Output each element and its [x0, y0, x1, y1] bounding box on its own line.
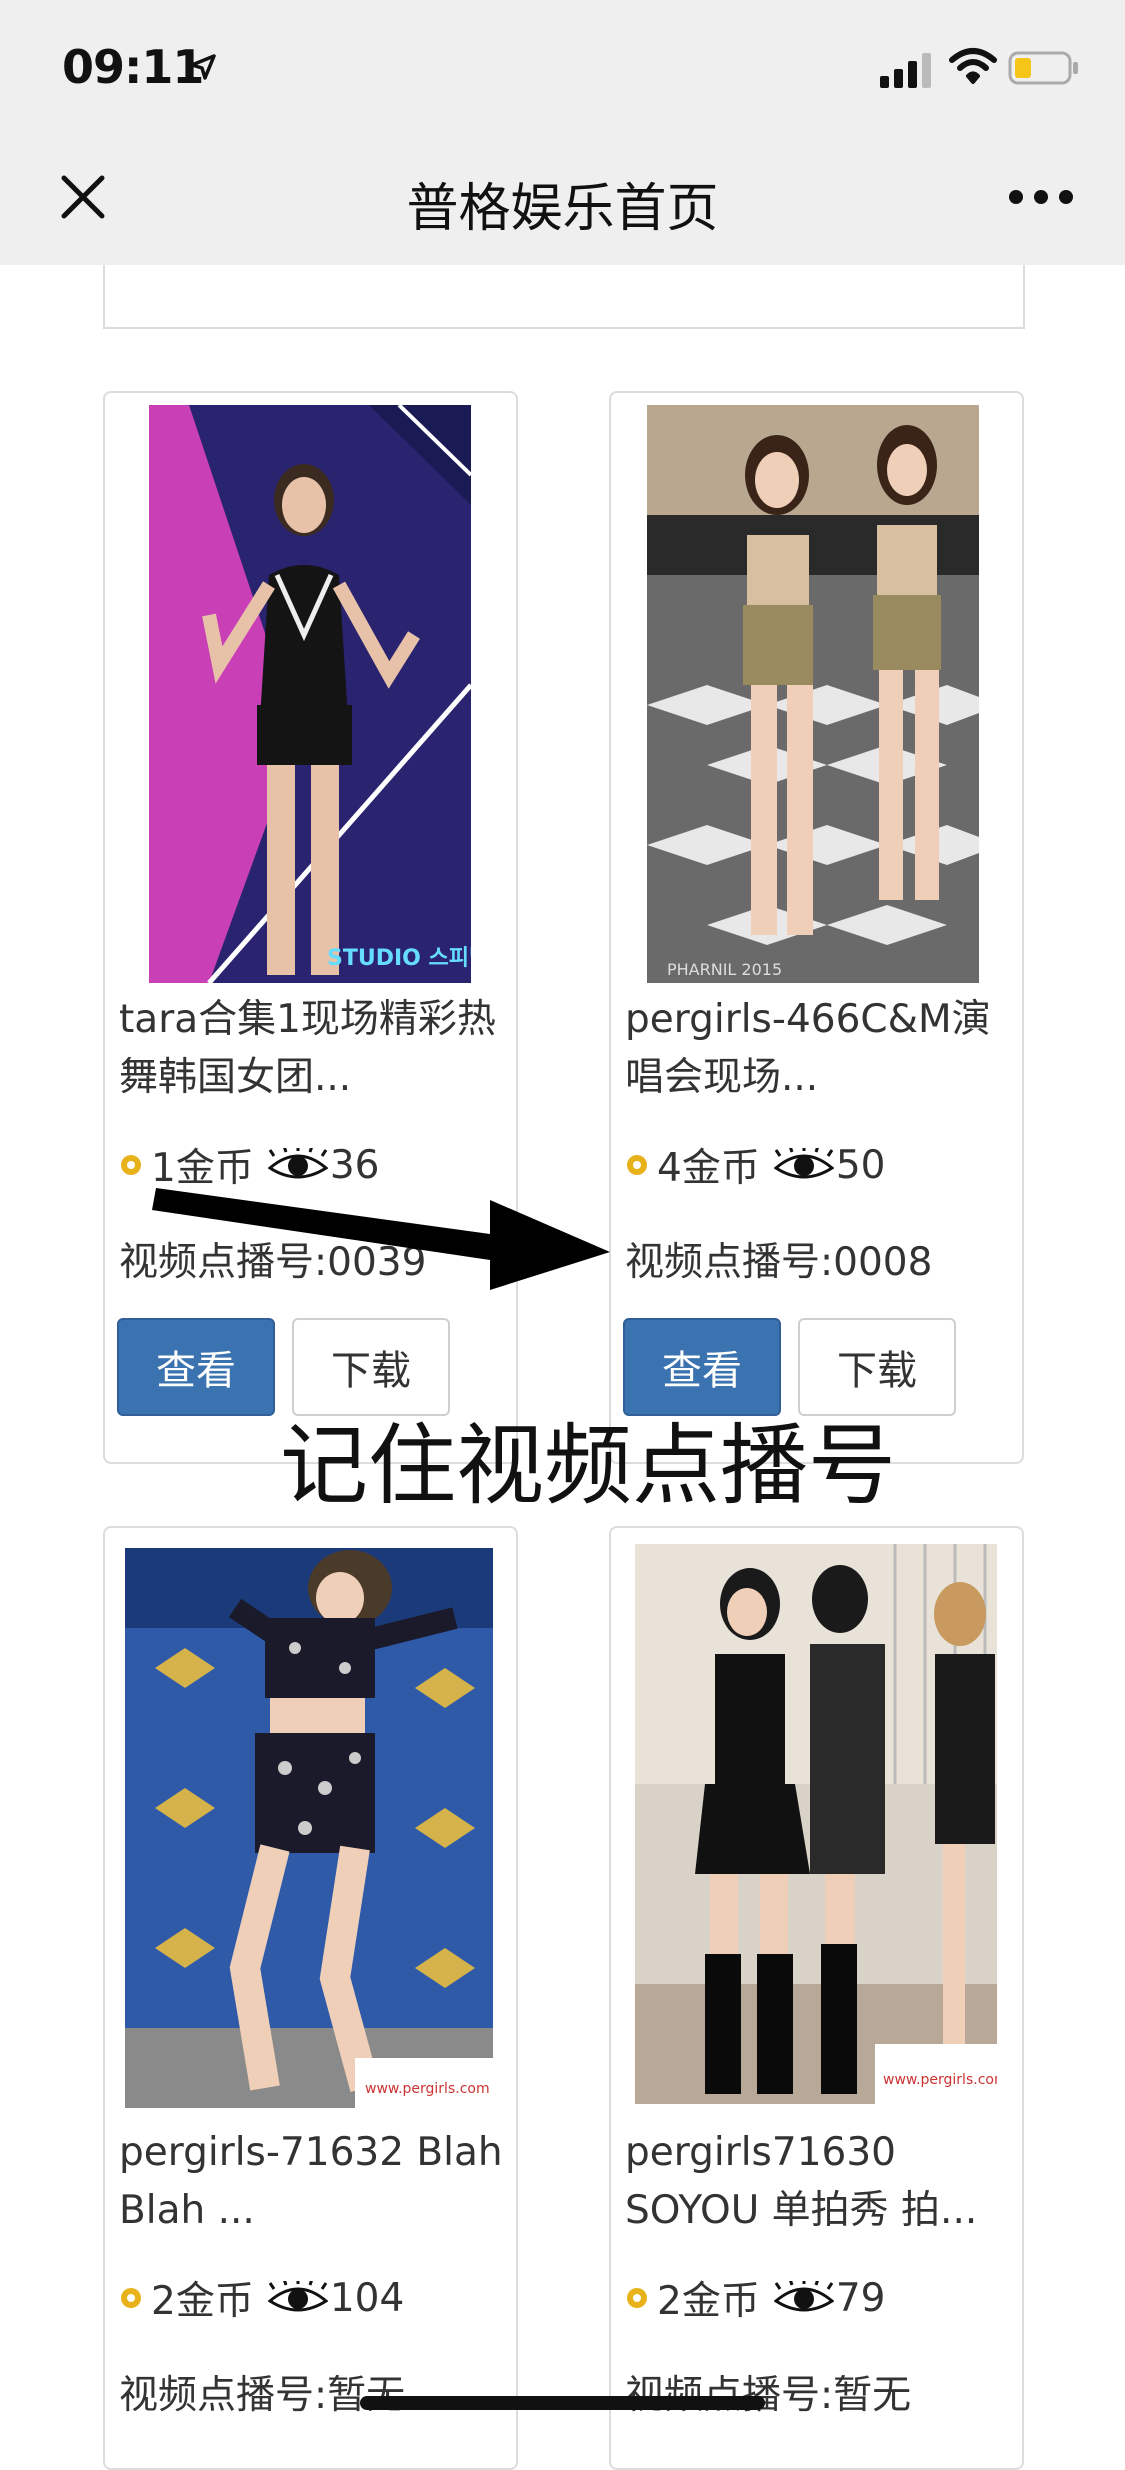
annotation-arrow: [152, 1188, 610, 1290]
video-title[interactable]: pergirls-466C&M演唱会现场...: [625, 991, 1015, 1107]
video-meta: 2金币 104: [119, 2270, 404, 2326]
annotation-text: 记住视频点播号: [280, 1414, 897, 1517]
battery-icon: [1008, 51, 1078, 85]
video-card: www.pergirls.com pergirls-71632 Blah Bla…: [103, 1526, 518, 2470]
coin-price: 4金币: [657, 1146, 760, 1191]
more-options-icon[interactable]: [1008, 187, 1074, 207]
home-indicator[interactable]: [360, 2396, 765, 2410]
video-card: STUDIO 스피넬 tara合集1现场精彩热舞韩国女团... 1金币 36 视…: [103, 391, 518, 1464]
view-count: 79: [835, 2275, 886, 2321]
video-demand-number: 视频点播号:0008: [625, 1240, 933, 1285]
thumbnail-watermark: www.pergirls.com: [365, 2081, 490, 2097]
video-thumbnail[interactable]: STUDIO 스피넬: [149, 405, 471, 983]
video-card: www.pergirls.com pergirls71630 SOYOU 单拍秀…: [609, 1526, 1024, 2470]
view-count: 104: [329, 2275, 405, 2321]
thumbnail-watermark: PHARNIL 2015: [667, 960, 782, 979]
video-card: PHARNIL 2015 pergirls-466C&M演唱会现场... 4金币…: [609, 391, 1024, 1464]
view-button[interactable]: 查看: [117, 1318, 275, 1416]
view-count: 50: [835, 1142, 886, 1188]
coin-icon: [121, 2288, 141, 2308]
thumbnail-watermark: www.pergirls.com: [883, 2072, 997, 2088]
coin-icon: [121, 1155, 141, 1175]
eye-icon: [267, 2281, 328, 2312]
coin-icon: [627, 2288, 647, 2308]
location-arrow-icon: [190, 54, 216, 80]
coin-icon: [627, 1155, 647, 1175]
wifi-icon: [949, 48, 997, 84]
video-demand-number: 视频点播号:暂无: [625, 2373, 912, 2418]
eye-icon: [773, 2281, 834, 2312]
video-demand-number: 视频点播号:暂无: [119, 2373, 406, 2418]
coin-price: 2金币: [657, 2279, 760, 2324]
video-thumbnail[interactable]: www.pergirls.com: [125, 1548, 493, 2108]
video-meta: 2金币 79: [625, 2270, 885, 2326]
page-title: 普格娱乐首页: [406, 179, 719, 239]
signal-icon: [880, 53, 931, 88]
coin-price: 2金币: [151, 2279, 254, 2324]
eye-icon: [773, 1148, 834, 1179]
top-banner-box: [103, 265, 1025, 329]
video-title[interactable]: tara合集1现场精彩热舞韩国女团...: [119, 991, 509, 1107]
video-title[interactable]: pergirls-71632 Blah Blah ...: [119, 2124, 509, 2240]
video-thumbnail[interactable]: PHARNIL 2015: [647, 405, 979, 983]
video-thumbnail[interactable]: www.pergirls.com: [635, 1544, 997, 2104]
thumbnail-watermark: STUDIO 스피넬: [327, 946, 471, 971]
status-time: 09:11: [62, 40, 204, 94]
video-meta: 4金币 50: [625, 1137, 885, 1193]
video-title[interactable]: pergirls71630 SOYOU 单拍秀 拍...: [625, 2124, 1015, 2240]
